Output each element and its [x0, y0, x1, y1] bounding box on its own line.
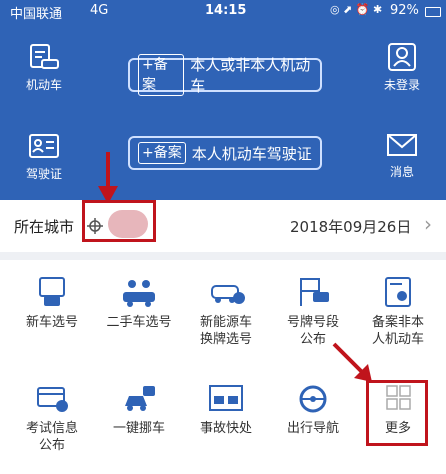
vehicle-icon [30, 44, 59, 69]
service-navigation[interactable]: 出行导航 [270, 384, 356, 437]
exam-card-icon [37, 387, 68, 412]
service-label-2: 换牌选号 [199, 332, 252, 347]
annotation-box [82, 200, 156, 242]
service-label: 备案非本 [371, 315, 424, 330]
service-label-2: 公布 [38, 438, 65, 453]
service-ev-plate[interactable]: 新能源车 换牌选号 [183, 276, 269, 348]
annotation-arrow [98, 152, 118, 204]
service-label: 新能源车 [199, 315, 252, 330]
steering-wheel-icon [299, 385, 327, 413]
message-tile[interactable]: 消息 [372, 133, 432, 180]
battery-level: 92% [390, 3, 419, 18]
ev-car-icon [211, 285, 245, 304]
register-tag: +备案 [138, 54, 185, 96]
header-panel: 中国联通 4G 14:15 ◎ ⬈ ⏰ ✱ 92% 机动车 未登录 驾驶证 消息… [0, 0, 446, 200]
license-icon [29, 134, 59, 158]
service-new-car-plate[interactable]: 新车选号 [9, 276, 95, 331]
city-row[interactable]: 所在城市 2018年09月26日 › [0, 200, 446, 260]
plate-flag-icon [300, 278, 329, 306]
login-tile[interactable]: 未登录 [372, 42, 432, 93]
date-label: 2018年09月26日 [290, 218, 412, 236]
service-accident[interactable]: 事故快处 [183, 384, 269, 437]
register-vehicle-text: 本人或非本人机动车 [190, 56, 311, 95]
register-license-text: 本人机动车驾驶证 [191, 144, 312, 163]
service-move-car[interactable]: 一键挪车 [96, 384, 182, 437]
service-used-car-plate[interactable]: 二手车选号 [96, 276, 182, 331]
service-exam-info[interactable]: 考试信息 公布 [9, 384, 95, 454]
envelope-icon [387, 134, 417, 156]
document-icon [385, 277, 411, 307]
user-icon [388, 43, 416, 71]
city-label: 所在城市 [14, 218, 75, 236]
status-icons: ◎ ⬈ ⏰ ✱ [330, 3, 383, 16]
clock: 14:15 [205, 3, 247, 18]
service-register-other-vehicle[interactable]: 备案非本 人机动车 [355, 276, 441, 348]
annotation-box [366, 380, 428, 446]
car-screen-icon [39, 277, 65, 306]
service-label: 事故快处 [199, 421, 252, 436]
service-label: 号牌号段 [286, 315, 339, 330]
register-license-banner[interactable]: +备案 本人机动车驾驶证 [128, 136, 322, 170]
carrier: 中国联通 [10, 7, 63, 22]
move-car-icon [125, 386, 155, 411]
service-label: 考试信息 [25, 421, 78, 436]
network: 4G [90, 3, 109, 18]
service-label-2: 公布 [299, 332, 326, 347]
vehicle-tile[interactable]: 机动车 [14, 42, 74, 93]
service-label: 出行导航 [286, 421, 339, 436]
service-label: 新车选号 [25, 315, 78, 330]
register-vehicle-banner[interactable]: +备案 本人或非本人机动车 [128, 54, 322, 96]
vehicle-label: 机动车 [25, 78, 62, 92]
register-tag: +备案 [138, 142, 186, 164]
message-label: 消息 [389, 165, 414, 179]
status-bar: 中国联通 4G 14:15 ◎ ⬈ ⏰ ✱ 92% [0, 0, 446, 22]
chevron-right-icon: › [424, 212, 432, 236]
battery-icon [425, 7, 441, 17]
service-label: 二手车选号 [106, 315, 172, 330]
license-tile[interactable]: 驾驶证 [14, 133, 74, 182]
accident-icon [209, 385, 243, 411]
used-car-icon [123, 280, 155, 307]
service-plate-range[interactable]: 号牌号段 公布 [270, 276, 356, 348]
service-label: 一键挪车 [112, 421, 165, 436]
license-label: 驾驶证 [25, 167, 62, 181]
login-label: 未登录 [383, 78, 420, 92]
